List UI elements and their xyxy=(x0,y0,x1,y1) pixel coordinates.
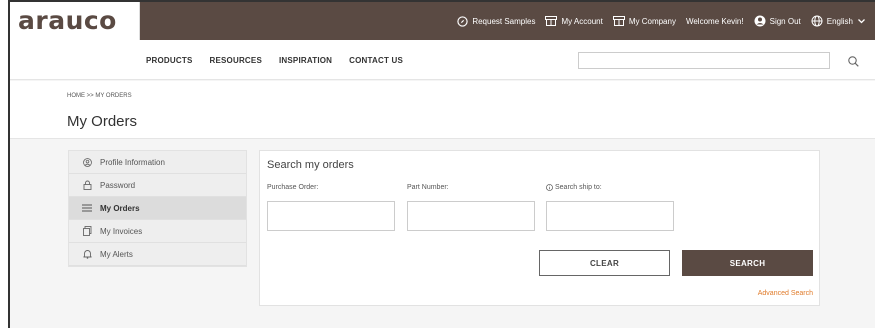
menu-item-products[interactable]: PRODUCTS xyxy=(146,56,193,65)
sidebar-item-my-orders[interactable]: My Orders xyxy=(69,197,246,220)
sign-out-label: Sign Out xyxy=(769,16,801,26)
breadcrumb[interactable]: HOME >> MY ORDERS xyxy=(67,93,132,99)
sidebar-item-label: My Orders xyxy=(100,203,140,213)
sidebar-item-label: Profile Information xyxy=(100,157,165,167)
site-search-input[interactable] xyxy=(578,52,830,69)
top-bar: arauco Request Samples My Account My Com… xyxy=(10,2,875,40)
part-number-label: Part Number: xyxy=(407,184,449,191)
advanced-search-link[interactable]: Advanced Search xyxy=(758,290,813,297)
my-account-link[interactable]: My Account xyxy=(545,16,603,26)
arauco-logo[interactable]: arauco xyxy=(18,6,117,35)
language-selector[interactable]: English xyxy=(811,15,865,27)
user-circle-icon xyxy=(754,15,766,27)
globe-icon xyxy=(811,15,823,27)
store-icon xyxy=(545,16,558,26)
part-number-label-text: Part Number: xyxy=(407,184,449,191)
welcome-text: Welcome Kevin! xyxy=(686,17,744,26)
main-nav: PRODUCTS RESOURCES INSPIRATION CONTACT U… xyxy=(10,40,875,80)
menu-item-inspiration[interactable]: INSPIRATION xyxy=(279,56,332,65)
purchase-order-input[interactable] xyxy=(267,201,395,231)
lock-icon xyxy=(81,180,93,190)
user-circle-icon xyxy=(81,157,93,167)
page-header: HOME >> MY ORDERS My Orders xyxy=(10,81,875,139)
compass-icon xyxy=(457,15,468,27)
panel-title: Search my orders xyxy=(267,159,354,171)
my-company-label: My Company xyxy=(628,16,676,26)
sidebar-item-label: My Alerts xyxy=(100,249,133,259)
part-number-input[interactable] xyxy=(407,201,535,231)
purchase-order-label-text: Purchase Order: xyxy=(267,184,319,191)
list-icon xyxy=(81,204,93,212)
search-orders-panel: Search my orders Purchase Order: Part Nu… xyxy=(259,150,820,306)
request-samples-label: Request Samples xyxy=(472,16,536,26)
request-samples-link[interactable]: Request Samples xyxy=(457,15,536,27)
welcome-label: Welcome Kevin! xyxy=(685,16,744,26)
logo-container[interactable]: arauco xyxy=(10,2,140,40)
ship-to-label-text: Search ship to: xyxy=(555,184,602,191)
search-button[interactable]: SEARCH xyxy=(682,250,813,276)
ship-to-label: Search ship to: xyxy=(546,184,602,191)
invoice-icon xyxy=(81,226,93,236)
page-frame: arauco Request Samples My Account My Com… xyxy=(8,0,875,328)
sidebar-item-my-alerts[interactable]: My Alerts xyxy=(69,243,246,266)
clear-button[interactable]: CLEAR xyxy=(539,250,670,276)
ship-to-input[interactable] xyxy=(546,201,674,231)
bell-icon xyxy=(81,249,93,259)
sidebar-item-label: My Invoices xyxy=(100,226,143,236)
account-sidebar: Profile Information Password My Orders M… xyxy=(68,150,247,267)
sidebar-item-label: Password xyxy=(100,180,136,190)
info-icon[interactable] xyxy=(546,184,553,191)
top-nav: Request Samples My Account My Company We… xyxy=(457,2,875,40)
chevron-down-icon xyxy=(858,18,865,24)
menu-item-resources[interactable]: RESOURCES xyxy=(210,56,262,65)
store-icon xyxy=(612,16,625,26)
purchase-order-label: Purchase Order: xyxy=(267,184,318,191)
page-title: My Orders xyxy=(67,113,138,130)
sidebar-item-profile-information[interactable]: Profile Information xyxy=(69,151,246,174)
sidebar-item-password[interactable]: Password xyxy=(69,174,246,197)
sidebar-item-my-invoices[interactable]: My Invoices xyxy=(69,220,246,243)
main-menu: PRODUCTS RESOURCES INSPIRATION CONTACT U… xyxy=(146,40,420,80)
menu-item-contact-us[interactable]: CONTACT US xyxy=(349,56,403,65)
search-icon[interactable] xyxy=(848,54,859,72)
sign-out-link[interactable]: Sign Out xyxy=(754,15,801,27)
language-label: English xyxy=(826,16,853,26)
my-company-link[interactable]: My Company xyxy=(612,16,676,26)
my-account-label: My Account xyxy=(561,16,603,26)
